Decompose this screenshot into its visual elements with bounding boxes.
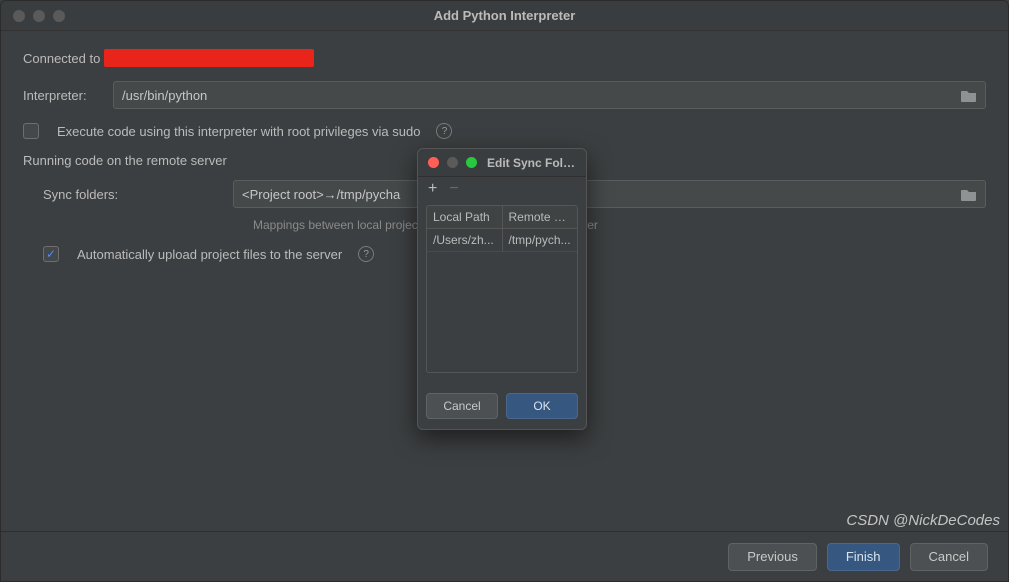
- auto-upload-label: Automatically upload project files to th…: [77, 247, 342, 262]
- table-header: Local Path Remote Path: [427, 206, 577, 229]
- cell-local-path[interactable]: /Users/zh...: [427, 229, 503, 251]
- sync-folders-input[interactable]: <Project root>→/tmp/pycha: [233, 180, 986, 208]
- sync-mappings-table: Local Path Remote Path /Users/zh... /tmp…: [426, 205, 578, 373]
- minimize-icon[interactable]: [447, 157, 458, 168]
- interpreter-value: /usr/bin/python: [122, 88, 207, 103]
- sudo-checkbox[interactable]: [23, 123, 39, 139]
- previous-button[interactable]: Previous: [728, 543, 817, 571]
- cancel-button[interactable]: Cancel: [910, 543, 988, 571]
- col-remote-path: Remote Path: [503, 206, 578, 228]
- interpreter-row: Interpreter: /usr/bin/python: [23, 81, 986, 109]
- connected-label: Connected to: [23, 51, 100, 66]
- auto-upload-checkbox[interactable]: [43, 246, 59, 262]
- modal-button-bar: Cancel OK: [418, 383, 586, 429]
- modal-cancel-button[interactable]: Cancel: [426, 393, 498, 419]
- maximize-icon[interactable]: [466, 157, 477, 168]
- col-local-path: Local Path: [427, 206, 503, 228]
- window-title: Add Python Interpreter: [434, 8, 576, 23]
- sudo-label: Execute code using this interpreter with…: [57, 124, 420, 139]
- sudo-row: Execute code using this interpreter with…: [23, 123, 986, 139]
- help-icon[interactable]: ?: [436, 123, 452, 139]
- watermark: CSDN @NickDeCodes: [846, 512, 1000, 529]
- bottom-button-bar: Previous Finish Cancel: [1, 531, 1008, 581]
- window-titlebar: Add Python Interpreter: [1, 1, 1008, 31]
- close-icon[interactable]: [428, 157, 439, 168]
- sync-folders-label: Sync folders:: [43, 187, 223, 202]
- minimize-icon[interactable]: [33, 10, 45, 22]
- modal-title: Edit Sync Fold...: [487, 156, 576, 170]
- modal-titlebar: Edit Sync Fold...: [418, 149, 586, 177]
- browse-folder-icon[interactable]: [961, 89, 977, 102]
- sync-folders-value: <Project root>→/tmp/pycha: [242, 187, 400, 202]
- modal-ok-button[interactable]: OK: [506, 393, 578, 419]
- connected-value-redacted: [104, 49, 314, 67]
- remove-icon[interactable]: −: [449, 181, 458, 197]
- maximize-icon[interactable]: [53, 10, 65, 22]
- interpreter-label: Interpreter:: [23, 88, 103, 103]
- cell-remote-path[interactable]: /tmp/pych...: [503, 229, 578, 251]
- table-row[interactable]: /Users/zh... /tmp/pych...: [427, 229, 577, 252]
- interpreter-input[interactable]: /usr/bin/python: [113, 81, 986, 109]
- close-icon[interactable]: [13, 10, 25, 22]
- help-icon[interactable]: ?: [358, 246, 374, 262]
- add-icon[interactable]: +: [428, 181, 437, 197]
- traffic-lights: [13, 10, 65, 22]
- modal-toolbar: + −: [418, 177, 586, 201]
- browse-folder-icon[interactable]: [961, 188, 977, 201]
- connected-row: Connected to: [23, 49, 986, 67]
- edit-sync-folders-dialog: Edit Sync Fold... + − Local Path Remote …: [417, 148, 587, 430]
- finish-button[interactable]: Finish: [827, 543, 900, 571]
